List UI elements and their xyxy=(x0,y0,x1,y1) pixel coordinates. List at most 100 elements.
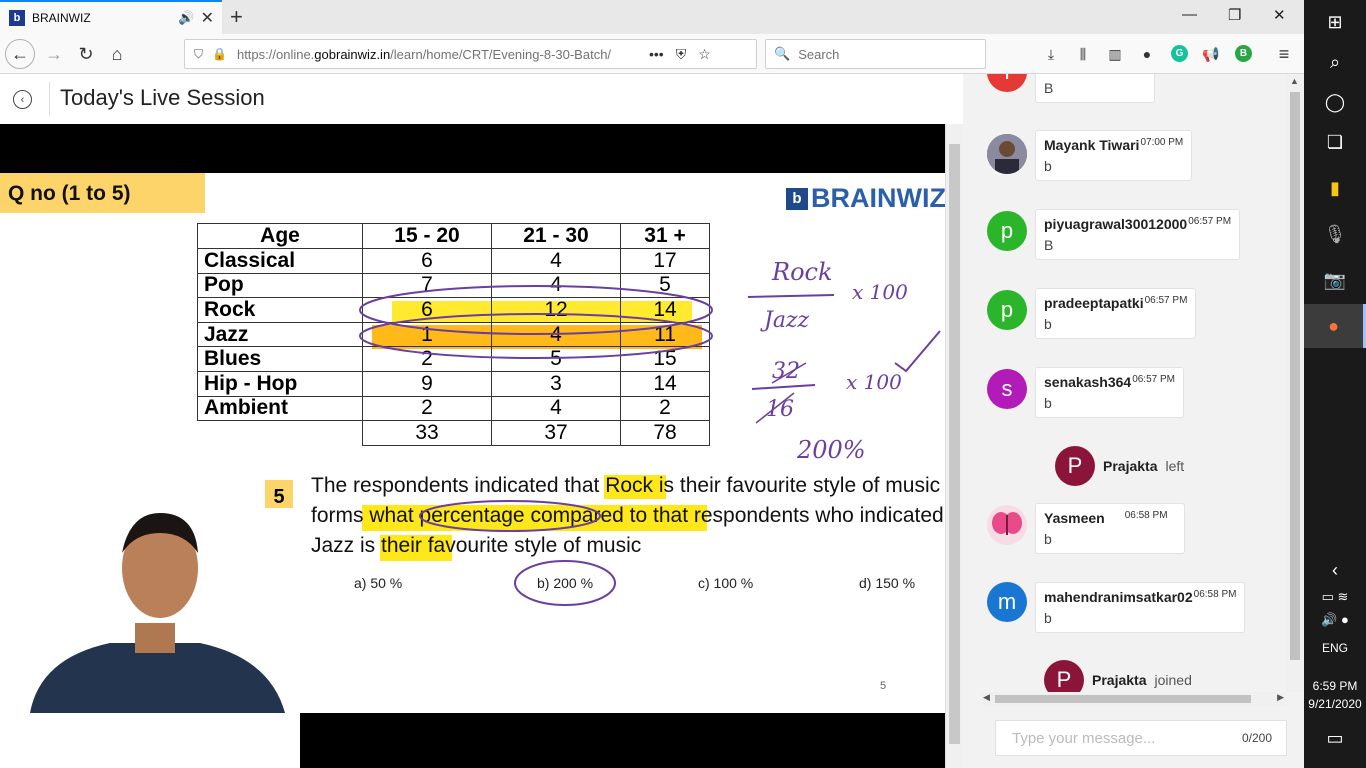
bookmark-star-icon[interactable]: ☆ xyxy=(698,46,711,63)
sender-name: piyuagrawal30012000 xyxy=(1044,216,1188,232)
close-window-button[interactable]: ✕ xyxy=(1273,6,1286,24)
avatar: s xyxy=(987,369,1027,409)
volume-network-icon[interactable]: 🔊 ● xyxy=(1304,608,1366,632)
chat-message-list[interactable]: I ismail21012000 B Mayank Tiwari07:00 PM… xyxy=(963,74,1286,692)
scroll-left-icon[interactable]: ◀ xyxy=(983,692,990,703)
message-text: b xyxy=(1044,531,1052,547)
scroll-right-icon[interactable]: ▶ xyxy=(1277,692,1284,703)
megaphone-icon[interactable]: 📢 xyxy=(1201,44,1221,64)
avatar: P xyxy=(1044,660,1084,692)
event-user-name: Prajakta xyxy=(1092,672,1147,688)
message-text: B xyxy=(1044,237,1054,253)
close-tab-icon[interactable]: ✕ xyxy=(201,8,214,28)
browser-tab[interactable]: b BRAINWIZ 🔊 ✕ xyxy=(0,0,222,34)
chat-horizontal-scrollbar[interactable]: ◀ ▶ xyxy=(981,692,1286,706)
scrollbar-thumb[interactable] xyxy=(995,695,1251,703)
language-indicator[interactable]: ENG xyxy=(1304,641,1366,655)
restore-button[interactable]: ❐ xyxy=(1228,6,1241,24)
pocket-icon[interactable]: ⛨ xyxy=(676,46,687,63)
url-bar[interactable]: ⛉ 🔒 https://online.gobrainwiz.in/learn/h… xyxy=(184,39,757,69)
scroll-up-icon[interactable]: ▲ xyxy=(1290,76,1299,86)
grammarly-icon[interactable]: G xyxy=(1171,45,1188,62)
instructor-webcam xyxy=(0,508,300,768)
back-circle-icon[interactable]: ‹ xyxy=(13,90,32,109)
chat-message-input[interactable] xyxy=(1012,729,1242,747)
reload-button[interactable]: ↻ xyxy=(72,40,100,68)
shield-icon[interactable]: ⛉ xyxy=(194,47,203,62)
chat-message-box: 0/200 xyxy=(995,720,1287,756)
home-button[interactable]: ⌂ xyxy=(103,40,131,68)
character-counter: 0/200 xyxy=(1242,731,1273,745)
recorder-icon[interactable]: 🎙 xyxy=(1304,212,1366,256)
event-action: left xyxy=(1165,458,1185,474)
chat-scrollbar[interactable]: ▲ xyxy=(1286,74,1304,692)
library-icon[interactable]: ⫼ xyxy=(1073,44,1093,64)
windows-start-icon[interactable]: ⊞ xyxy=(1304,0,1366,44)
search-icon: 🔍 xyxy=(774,46,791,61)
butterfly-avatar-icon xyxy=(987,505,1027,545)
message-bubble: Mayank Tiwari07:00 PM b xyxy=(1035,130,1193,181)
forward-button[interactable]: → xyxy=(40,40,68,68)
task-view-icon[interactable]: ❏ xyxy=(1304,120,1366,164)
menu-icon[interactable]: ≡ xyxy=(1274,44,1294,64)
message-text: b xyxy=(1044,610,1052,626)
event-action: joined xyxy=(1154,672,1192,688)
video-scrollbar[interactable] xyxy=(945,124,963,768)
chat-panel: I ismail21012000 B Mayank Tiwari07:00 PM… xyxy=(963,74,1304,768)
camera-icon[interactable]: 📷 xyxy=(1304,258,1366,302)
message-time: 07:00 PM xyxy=(1140,137,1184,148)
handwritten-result: 200% xyxy=(796,436,866,464)
message-bubble: Yasmeen 06:58 PM b xyxy=(1035,503,1185,554)
chevron-up-icon[interactable]: ‹ xyxy=(1304,550,1366,590)
event-user-name: Prajakta xyxy=(1103,458,1158,474)
page-header: ‹ Today's Live Session xyxy=(0,74,963,124)
sender-name: Mayank Tiwari xyxy=(1044,137,1140,153)
chat-event-joined: P Prajakta joined xyxy=(1044,660,1192,692)
page-actions-icon[interactable]: ••• xyxy=(649,46,664,62)
message-bubble: pradeeptapatki06:57 PM b xyxy=(1035,288,1197,339)
scrollbar-thumb[interactable] xyxy=(1290,92,1300,660)
navigation-bar: ← → ↻ ⌂ ⛉ 🔒 https://online.gobrainwiz.in… xyxy=(0,34,1304,74)
handwritten-16: 16 xyxy=(766,397,794,422)
windows-taskbar: ⊞ ⌕ ◯ ❏ ▮ 🎙 📷 ● ‹ ▭ ≋ 🔊 ● ENG 6:59 PM 9/… xyxy=(1304,0,1366,768)
scrollbar-thumb[interactable] xyxy=(949,144,960,744)
speaker-icon[interactable]: 🔊 xyxy=(178,10,194,26)
notification-icon[interactable]: ▭ xyxy=(1304,718,1366,758)
header-divider xyxy=(49,82,50,116)
brainwiz-favicon-icon: b xyxy=(9,10,25,26)
search-icon[interactable]: ⌕ xyxy=(1304,40,1366,84)
lock-icon[interactable]: 🔒 xyxy=(212,47,227,61)
clock-time[interactable]: 6:59 PM xyxy=(1304,679,1366,693)
back-button[interactable]: ← xyxy=(5,39,35,69)
handwritten-x100: x 100 xyxy=(852,280,908,304)
sender-name: ismail21012000 xyxy=(1044,74,1146,75)
avatar: I xyxy=(987,74,1027,92)
message-text: b xyxy=(1044,316,1052,332)
handwritten-x100-2: x 100 xyxy=(846,370,902,394)
cortana-icon[interactable]: ◯ xyxy=(1304,80,1366,124)
firefox-icon[interactable]: ● xyxy=(1304,304,1366,348)
account-icon[interactable]: ● xyxy=(1137,44,1157,64)
avatar: m xyxy=(987,582,1027,622)
clock-date[interactable]: 9/21/2020 xyxy=(1304,697,1366,711)
search-input[interactable]: 🔍 Search xyxy=(765,39,986,69)
download-icon[interactable]: ⤓ xyxy=(1041,44,1061,64)
sidebar-icon[interactable]: ▥ xyxy=(1105,44,1125,64)
message-time: 06:57 PM xyxy=(1132,374,1175,385)
message-bubble: ismail21012000 B xyxy=(1035,74,1155,103)
message-bubble: mahendranimsatkar0206:58 PM b xyxy=(1035,582,1246,633)
page-title: Today's Live Session xyxy=(60,85,265,110)
minimize-button[interactable]: — xyxy=(1182,6,1197,23)
extension-icon[interactable]: B xyxy=(1235,45,1252,62)
message-bubble: piyuagrawal3001200006:57 PM B xyxy=(1035,209,1241,260)
avatar: p xyxy=(987,290,1027,330)
new-tab-button[interactable]: + xyxy=(230,4,243,30)
battery-wifi-icon[interactable]: ▭ ≋ xyxy=(1304,585,1366,609)
chat-event-left: P Prajakta left xyxy=(1055,446,1184,486)
message-time: 06:58 PM xyxy=(1193,589,1237,600)
file-explorer-icon[interactable]: ▮ xyxy=(1304,166,1366,210)
avatar-photo xyxy=(987,134,1027,174)
live-video-player[interactable]: Q no (1 to 5) b BRAINWIZ Age 15 - 20 21 … xyxy=(0,124,945,768)
message-time: 06:57 PM xyxy=(1144,295,1188,306)
url-text[interactable]: https://online.gobrainwiz.in/learn/home/… xyxy=(237,47,637,62)
